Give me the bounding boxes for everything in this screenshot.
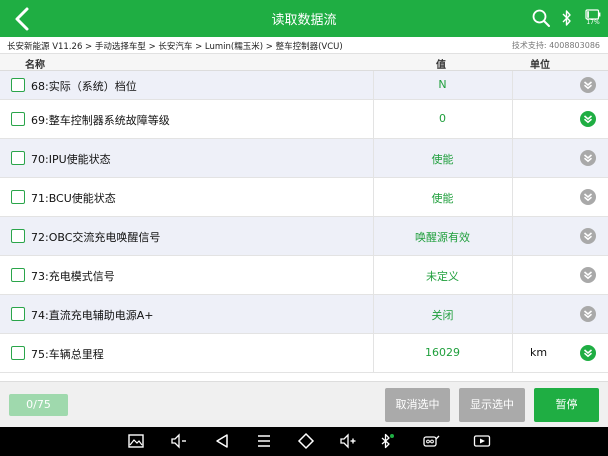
- row-name: 68:实际（系统）档位: [31, 80, 137, 93]
- row-name: 71:BCU使能状态: [31, 192, 116, 205]
- column-divider: [512, 256, 513, 294]
- battery-status: 17%: [585, 6, 601, 30]
- table-row[interactable]: 71:BCU使能状态 使能: [0, 178, 608, 217]
- bluetooth-icon: [562, 10, 571, 26]
- vci-connector-icon[interactable]: [422, 432, 440, 450]
- row-name: 74:直流充电辅助电源A+: [31, 309, 154, 322]
- row-name: 73:充电模式信号: [31, 270, 115, 283]
- system-nav-bar: [0, 427, 608, 456]
- back-nav-icon[interactable]: [213, 432, 231, 450]
- row-value: N: [438, 78, 447, 91]
- column-divider: [512, 100, 513, 138]
- expand-button[interactable]: [580, 228, 596, 244]
- row-unit: km: [530, 346, 548, 359]
- row-checkbox[interactable]: [11, 307, 25, 321]
- top-app-bar: 读取数据流 17%: [0, 0, 608, 37]
- row-checkbox[interactable]: [11, 268, 25, 282]
- row-checkbox[interactable]: [11, 151, 25, 165]
- chevron-down-icon: [583, 115, 593, 124]
- chevron-down-icon: [583, 232, 593, 241]
- search-button[interactable]: [531, 8, 551, 28]
- support-label: 技术支持:: [511, 41, 550, 50]
- row-value: 16029: [425, 346, 460, 359]
- row-value: 使能: [431, 153, 454, 166]
- row-name: 70:IPU使能状态: [31, 153, 111, 166]
- row-checkbox[interactable]: [11, 190, 25, 204]
- volume-down-icon[interactable]: [170, 432, 188, 450]
- bluetooth-status: [560, 8, 574, 28]
- table-row[interactable]: 75:车辆总里程 16029 km: [0, 334, 608, 373]
- expand-button[interactable]: [580, 77, 596, 93]
- deselect-button[interactable]: 取消选中: [385, 388, 450, 422]
- expand-button[interactable]: [580, 267, 596, 283]
- battery-percent: 17%: [586, 19, 600, 26]
- menu-icon[interactable]: [255, 432, 273, 450]
- row-checkbox[interactable]: [11, 346, 25, 360]
- chevron-down-icon: [583, 271, 593, 280]
- chevron-down-icon: [583, 310, 593, 319]
- table-row[interactable]: 73:充电模式信号 未定义: [0, 256, 608, 295]
- column-divider: [512, 295, 513, 333]
- row-name: 72:OBC交流充电唤醒信号: [31, 231, 161, 244]
- table-row[interactable]: 69:整车控制器系统故障等级 0: [0, 100, 608, 139]
- row-name: 75:车辆总里程: [31, 348, 104, 361]
- home-icon[interactable]: [297, 432, 315, 450]
- expand-button[interactable]: [580, 111, 596, 127]
- column-divider: [512, 71, 513, 99]
- row-checkbox[interactable]: [11, 112, 25, 126]
- column-divider: [512, 178, 513, 216]
- show-selected-button[interactable]: 显示选中: [459, 388, 525, 422]
- row-value: 未定义: [426, 270, 459, 283]
- volume-up-icon[interactable]: [339, 432, 357, 450]
- chevron-down-icon: [583, 81, 593, 90]
- row-value: 唤醒源有效: [415, 231, 470, 244]
- expand-button[interactable]: [580, 150, 596, 166]
- chevron-down-icon: [583, 154, 593, 163]
- expand-button[interactable]: [580, 345, 596, 361]
- row-value: 关闭: [431, 309, 454, 322]
- column-divider: [512, 139, 513, 177]
- table-row[interactable]: 68:实际（系统）档位 N: [0, 71, 608, 100]
- bluetooth-icon[interactable]: [378, 432, 396, 450]
- table-header: 名称 值 单位: [0, 54, 608, 71]
- screen-record-icon[interactable]: [473, 432, 491, 450]
- page-title: 读取数据流: [271, 13, 337, 28]
- breadcrumb-bar: 长安新能源 V11.26 > 手动选择车型 > 长安汽车 > Lumin(糯玉米…: [0, 37, 608, 54]
- column-header-unit: 单位: [530, 60, 550, 71]
- table-row[interactable]: 72:OBC交流充电唤醒信号 唤醒源有效: [0, 217, 608, 256]
- selection-counter: 0/75: [9, 394, 68, 416]
- pause-button[interactable]: 暂停: [534, 388, 599, 422]
- data-stream-list: 68:实际（系统）档位 N 69:整车控制器系统故障等级 0 70:IPU使能状…: [0, 71, 608, 373]
- row-checkbox[interactable]: [11, 229, 25, 243]
- breadcrumb: 长安新能源 V11.26 > 手动选择车型 > 长安汽车 > Lumin(糯玉米…: [7, 42, 343, 52]
- row-value: 0: [439, 112, 446, 125]
- chevron-down-icon: [583, 349, 593, 358]
- search-icon: [532, 9, 550, 27]
- chevron-down-icon: [583, 193, 593, 202]
- row-checkbox[interactable]: [11, 78, 25, 92]
- action-bar: 0/75 取消选中 显示选中 暂停: [0, 381, 608, 427]
- screenshot-icon[interactable]: [127, 432, 145, 450]
- support-contact: 技术支持: 4008803086: [512, 40, 600, 51]
- column-divider: [512, 334, 513, 372]
- support-phone: 4008803086: [549, 41, 600, 50]
- expand-button[interactable]: [580, 189, 596, 205]
- table-row[interactable]: 74:直流充电辅助电源A+ 关闭: [0, 295, 608, 334]
- expand-button[interactable]: [580, 306, 596, 322]
- column-header-name: 名称: [25, 60, 45, 71]
- row-name: 69:整车控制器系统故障等级: [31, 114, 170, 127]
- row-value: 使能: [431, 192, 454, 205]
- table-row[interactable]: 70:IPU使能状态 使能: [0, 139, 608, 178]
- column-header-value: 值: [436, 60, 446, 71]
- column-divider: [512, 217, 513, 255]
